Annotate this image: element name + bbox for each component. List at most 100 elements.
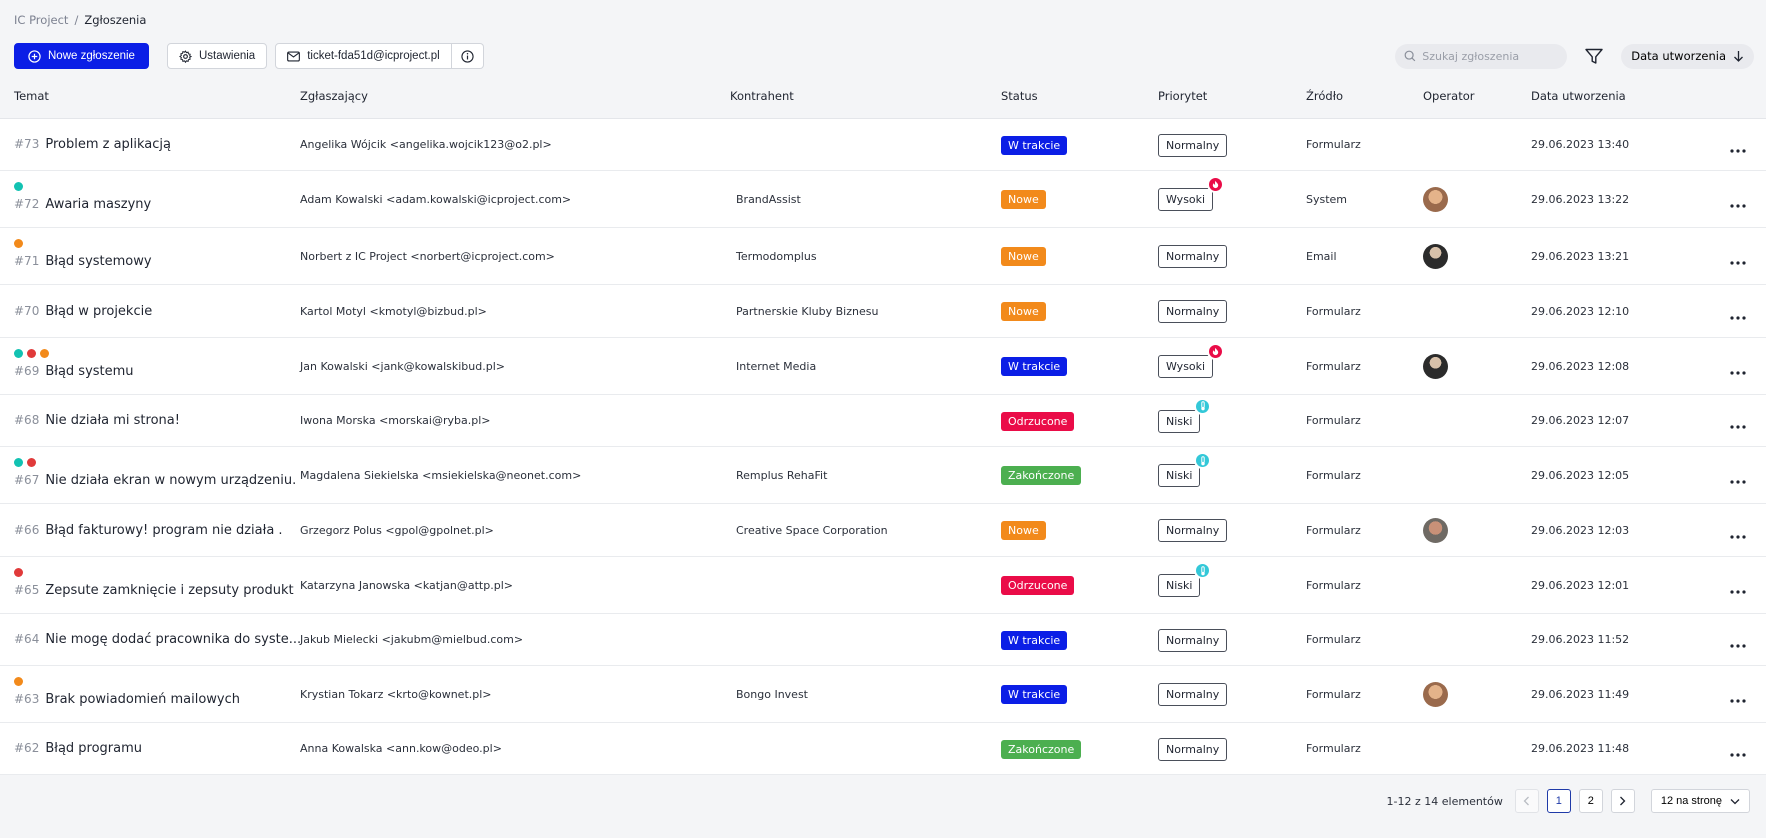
priority-badge[interactable]: Niski: [1158, 397, 1212, 433]
ticket-contractor: Bongo Invest: [736, 687, 808, 701]
status-badge[interactable]: Zakończone: [1001, 739, 1082, 759]
copy-email-button[interactable]: ticket-fda51d@icproject.pl: [275, 43, 452, 69]
status-badge[interactable]: Odrzucone: [1001, 576, 1075, 595]
page-2-button[interactable]: 2: [1578, 789, 1603, 813]
status-badge[interactable]: Nowe: [1001, 302, 1046, 321]
status-badge[interactable]: W trakcie: [1001, 135, 1068, 155]
more-icon: [1730, 753, 1746, 757]
tag-dot: [14, 238, 23, 248]
priority-label: Normalny: [1166, 138, 1220, 152]
plus-circle-icon: [28, 49, 41, 63]
table-row[interactable]: #67 Nie działa ekran w nowym urządzeniu. M…: [0, 447, 1766, 504]
more-actions-button[interactable]: [1730, 364, 1748, 378]
ticket-subject[interactable]: #65 Zepsute zamknięcie i zepsuty produkt: [14, 583, 294, 598]
status-badge[interactable]: Zakończone: [1001, 466, 1082, 485]
ticket-subject[interactable]: #64 Nie mogę dodać pracownika do syste...: [14, 632, 301, 647]
more-actions-button[interactable]: [1730, 142, 1748, 156]
table-row[interactable]: #73 Problem z aplikacją Angelika Wójcik <a…: [0, 119, 1766, 171]
more-actions-button[interactable]: [1730, 637, 1748, 651]
ticket-subject[interactable]: #72 Awaria maszyny: [14, 197, 151, 212]
ticket-title: Nie działa ekran w nowym urządzeniu.: [45, 472, 297, 488]
priority-badge[interactable]: Normalny: [1158, 737, 1228, 761]
more-actions-button[interactable]: [1730, 692, 1748, 706]
email-info-button[interactable]: [451, 43, 484, 69]
table-row[interactable]: #65 Zepsute zamknięcie i zepsuty produkt K…: [0, 557, 1766, 614]
ticket-subject[interactable]: #63 Brak powiadomień mailowych: [14, 692, 240, 707]
status-badge[interactable]: Odrzucone: [1001, 411, 1075, 431]
search-input[interactable]: [1422, 49, 1553, 63]
table-row[interactable]: #62 Błąd programu Anna Kowalska <ann.kow@o…: [0, 723, 1766, 775]
col-reporter[interactable]: Zgłaszający: [300, 80, 368, 113]
next-page-button[interactable]: [1610, 789, 1635, 813]
ticket-subject[interactable]: #70 Błąd w projekcie: [14, 304, 152, 319]
priority-badge[interactable]: Wysoki: [1158, 343, 1225, 378]
table-row[interactable]: #64 Nie mogę dodać pracownika do syste...…: [0, 614, 1766, 666]
priority-badge[interactable]: Normalny: [1158, 683, 1228, 706]
operator-avatar[interactable]: [1423, 354, 1448, 379]
operator-avatar[interactable]: [1423, 244, 1448, 269]
ticket-subject[interactable]: #67 Nie działa ekran w nowym urządzeniu.: [14, 473, 296, 488]
ticket-subject[interactable]: #73 Problem z aplikacją: [14, 137, 171, 152]
prev-page-button[interactable]: [1514, 789, 1539, 813]
ticket-subject[interactable]: #71 Błąd systemowy: [14, 254, 152, 269]
new-ticket-button[interactable]: Nowe zgłoszenie: [14, 43, 149, 69]
col-priority[interactable]: Priorytet: [1158, 80, 1207, 113]
status-badge[interactable]: Nowe: [1001, 521, 1046, 540]
status-badge[interactable]: W trakcie: [1001, 685, 1068, 704]
ticket-subject[interactable]: #68 Nie działa mi strona!: [14, 413, 180, 428]
status-badge[interactable]: Nowe: [1001, 190, 1046, 209]
priority-badge[interactable]: Normalny: [1158, 519, 1228, 542]
priority-badge[interactable]: Wysoki: [1158, 176, 1225, 211]
priority-badge[interactable]: Normalny: [1158, 245, 1228, 268]
status-badge[interactable]: W trakcie: [1001, 357, 1068, 376]
ticket-tags: [14, 567, 23, 577]
ticket-created: 29.06.2023 12:07: [1531, 414, 1630, 427]
more-actions-button[interactable]: [1730, 254, 1748, 268]
table-row[interactable]: #66 Błąd fakturowy! program nie działa . G…: [0, 504, 1766, 557]
sort-button[interactable]: Data utworzenia: [1621, 43, 1754, 69]
priority-badge[interactable]: Normalny: [1158, 133, 1228, 157]
more-actions-button[interactable]: [1730, 746, 1748, 760]
breadcrumb-root[interactable]: IC Project: [14, 13, 68, 27]
table-row[interactable]: #71 Błąd systemowy Norbert z IC Project <n…: [0, 228, 1766, 285]
table-row[interactable]: #63 Brak powiadomień mailowych Krystian To…: [0, 666, 1766, 723]
ticket-reporter: Kartol Motyl <kmotyl@bizbud.pl>: [300, 304, 487, 318]
page-1-button[interactable]: 1: [1546, 789, 1571, 813]
col-contractor[interactable]: Kontrahent: [730, 80, 794, 113]
col-status[interactable]: Status: [1001, 80, 1038, 113]
more-icon: [1730, 203, 1746, 208]
status-badge[interactable]: Nowe: [1001, 247, 1046, 266]
operator-avatar[interactable]: [1423, 187, 1448, 212]
priority-badge[interactable]: Niski: [1158, 452, 1212, 487]
col-source[interactable]: Źródło: [1306, 80, 1343, 113]
ticket-tags: [14, 348, 49, 358]
more-actions-button[interactable]: [1730, 473, 1748, 487]
col-subject[interactable]: Temat: [14, 80, 49, 113]
col-created[interactable]: Data utworzenia: [1531, 80, 1626, 113]
tag-dot: [40, 348, 49, 358]
ticket-subject[interactable]: #62 Błąd programu: [14, 741, 142, 756]
operator-avatar[interactable]: [1423, 682, 1448, 707]
priority-badge[interactable]: Normalny: [1158, 628, 1228, 652]
ticket-title: Błąd systemowy: [45, 253, 152, 269]
more-actions-button[interactable]: [1730, 309, 1748, 323]
status-badge[interactable]: W trakcie: [1001, 630, 1068, 650]
priority-badge[interactable]: Normalny: [1158, 300, 1228, 323]
more-actions-button[interactable]: [1730, 197, 1748, 211]
more-actions-button[interactable]: [1730, 528, 1748, 542]
ticket-subject[interactable]: #66 Błąd fakturowy! program nie działa .: [14, 523, 283, 538]
per-page-select[interactable]: 12 na stronę: [1650, 789, 1750, 813]
more-actions-button[interactable]: [1730, 418, 1748, 432]
table-row[interactable]: #70 Błąd w projekcie Kartol Motyl <kmotyl@…: [0, 285, 1766, 338]
more-actions-button[interactable]: [1730, 583, 1748, 597]
operator-avatar[interactable]: [1423, 518, 1448, 543]
settings-button[interactable]: Ustawienia: [166, 43, 268, 69]
table-row[interactable]: #68 Nie działa mi strona! Iwona Morska <mo…: [0, 395, 1766, 447]
priority-badge[interactable]: Niski: [1158, 562, 1212, 597]
table-row[interactable]: #72 Awaria maszyny Adam Kowalski <adam.kow…: [0, 171, 1766, 228]
ticket-title: Błąd systemu: [45, 363, 134, 379]
table-row[interactable]: #69 Błąd systemu Jan Kowalski <jank@kowals…: [0, 338, 1766, 395]
ticket-subject[interactable]: #69 Błąd systemu: [14, 364, 134, 379]
filter-button[interactable]: [1581, 43, 1607, 69]
col-operator[interactable]: Operator: [1423, 80, 1474, 113]
